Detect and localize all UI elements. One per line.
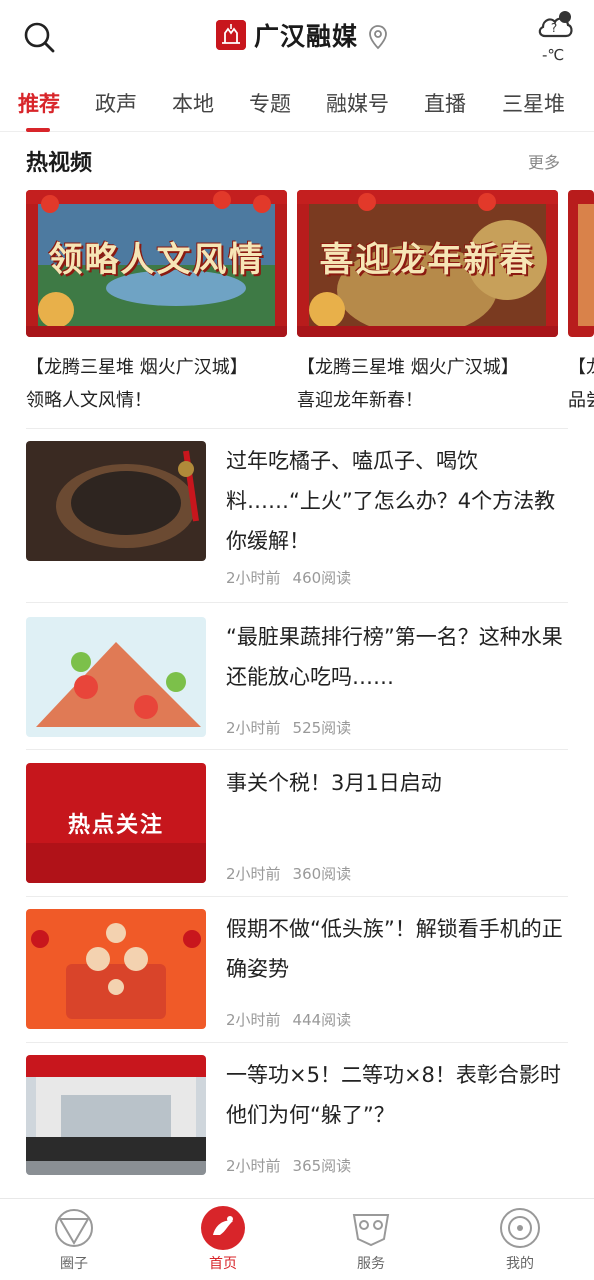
tab-local[interactable]: 本地 (172, 88, 214, 118)
divider (26, 896, 568, 897)
news-title: “最脏果蔬排行榜”第一名？这种水果还能放心吃吗…… (226, 625, 563, 689)
news-reads: 444阅读 (292, 1011, 352, 1029)
tab-live[interactable]: 直播 (424, 88, 466, 118)
news-meta: 2小时前 444阅读 (226, 1009, 351, 1030)
divider (26, 1042, 568, 1043)
video-card[interactable]: 【龙 品尝 (568, 190, 594, 417)
tab-media-account[interactable]: 融媒号 (326, 88, 389, 118)
video-title-line1: 【龙腾三星堆 烟火广汉城】 (26, 357, 248, 378)
video-thumbnail[interactable] (568, 190, 594, 337)
news-time: 2小时前 (226, 865, 281, 883)
divider (26, 428, 568, 429)
news-reads: 360阅读 (292, 865, 352, 883)
news-thumb-caption: 热点关注 (67, 812, 164, 838)
svg-text:?: ? (551, 21, 557, 35)
circle-community-icon (55, 1209, 93, 1247)
news-meta: 2小时前 525阅读 (226, 717, 351, 738)
video-thumbnail[interactable]: 领略人文风情 (26, 190, 287, 337)
video-title-line2: 喜迎龙年新春！ (297, 390, 423, 411)
tab-special[interactable]: 专题 (249, 88, 291, 118)
news-thumbnail (26, 441, 206, 561)
hot-video-more-link[interactable]: 更多 (528, 149, 560, 173)
news-meta: 2小时前 365阅读 (226, 1155, 351, 1176)
hot-video-title: 热视频 (26, 151, 93, 176)
location-pin-icon[interactable] (367, 24, 389, 50)
nav-label: 我的 (506, 1256, 534, 1272)
nav-item-home[interactable]: 首页 (183, 1205, 263, 1273)
news-title: 事关个税！3月1日启动 (226, 771, 442, 795)
active-tab-indicator (26, 128, 50, 132)
video-title-line2: 领略人文风情！ (26, 390, 152, 411)
news-time: 2小时前 (226, 719, 281, 737)
nav-item-service[interactable]: 服务 (331, 1205, 411, 1273)
mask-service-icon (352, 1214, 390, 1247)
news-thumbnail (26, 909, 206, 1029)
tab-recommend[interactable]: 推荐 (18, 88, 60, 118)
nav-label: 圈子 (60, 1256, 88, 1272)
video-card[interactable]: 领略人文风情 【龙腾三星堆 烟火广汉城】 领略人文风情！ (26, 190, 287, 417)
video-card[interactable]: 喜迎龙年新春 【龙腾三星堆 烟火广汉城】 喜迎龙年新春！ (297, 190, 558, 417)
weather-temperature: -℃ (542, 46, 565, 64)
news-reads: 460阅读 (292, 569, 352, 587)
divider (26, 602, 568, 603)
nav-label: 服务 (357, 1256, 385, 1272)
news-meta: 2小时前 360阅读 (226, 863, 351, 884)
tab-zhengsheng[interactable]: 政声 (95, 88, 137, 118)
app-title: 广汉融媒 (254, 22, 359, 51)
nav-item-circle[interactable]: 圈子 (34, 1205, 114, 1273)
video-title-line1: 【龙 (568, 357, 594, 378)
news-time: 2小时前 (226, 569, 281, 587)
profile-icon (500, 1208, 540, 1248)
news-item[interactable]: “最脏果蔬排行榜”第一名？这种水果还能放心吃吗…… 2小时前 525阅读 (26, 617, 568, 739)
news-time: 2小时前 (226, 1157, 281, 1175)
news-item[interactable]: 过年吃橘子、嗑瓜子、喝饮料……“上火”了怎么办？4个方法教你缓解！ 2小时前 46… (26, 441, 568, 587)
video-title-line2: 品尝 (568, 390, 594, 411)
weather-widget[interactable]: ? -℃ (532, 8, 578, 64)
home-icon (201, 1206, 245, 1250)
video-thumbnail[interactable]: 喜迎龙年新春 (297, 190, 558, 337)
news-item[interactable]: 热点关注 事关个税！3月1日启动 2小时前 360阅读 (26, 763, 568, 885)
news-meta: 2小时前 460阅读 (226, 567, 351, 588)
app-logo: 广汉融媒 (216, 18, 358, 52)
nav-label: 首页 (209, 1256, 237, 1272)
news-item[interactable]: 假期不做“低头族”！解锁看手机的正确姿势 2小时前 444阅读 (26, 909, 568, 1031)
channel-tabs: 推荐 政声 本地 专题 融媒号 直播 三星堆 (0, 72, 594, 132)
news-reads: 365阅读 (292, 1157, 352, 1175)
news-thumbnail (26, 1055, 206, 1175)
tab-sanxingdui[interactable]: 三星堆 (502, 88, 565, 118)
news-title: 过年吃橘子、嗑瓜子、喝饮料……“上火”了怎么办？4个方法教你缓解！ (226, 449, 556, 553)
logo-mark-icon (216, 20, 246, 50)
video-thumb-caption: 喜迎龙年新春 (319, 240, 536, 280)
app-header: 广汉融媒 ? -℃ (0, 0, 594, 70)
news-thumbnail (26, 617, 206, 737)
search-icon[interactable] (22, 20, 56, 54)
video-title-line1: 【龙腾三星堆 烟火广汉城】 (297, 357, 519, 378)
news-time: 2小时前 (226, 1011, 281, 1029)
news-thumbnail: 热点关注 (26, 763, 206, 883)
news-title: 假期不做“低头族”！解锁看手机的正确姿势 (226, 917, 563, 981)
video-thumb-caption: 领略人文风情 (48, 240, 265, 280)
bottom-navigation: 圈子 首页 服务 我的 (0, 1198, 594, 1280)
divider (26, 749, 568, 750)
news-reads: 525阅读 (292, 719, 352, 737)
nav-item-profile[interactable]: 我的 (480, 1205, 560, 1273)
weather-cloud-icon: ? (538, 11, 573, 38)
news-item[interactable]: 一等功×5！二等功×8！表彰合影时他们为何“躲了”？ 2小时前 365阅读 (26, 1055, 568, 1177)
news-title: 一等功×5！二等功×8！表彰合影时他们为何“躲了”？ (226, 1063, 561, 1127)
